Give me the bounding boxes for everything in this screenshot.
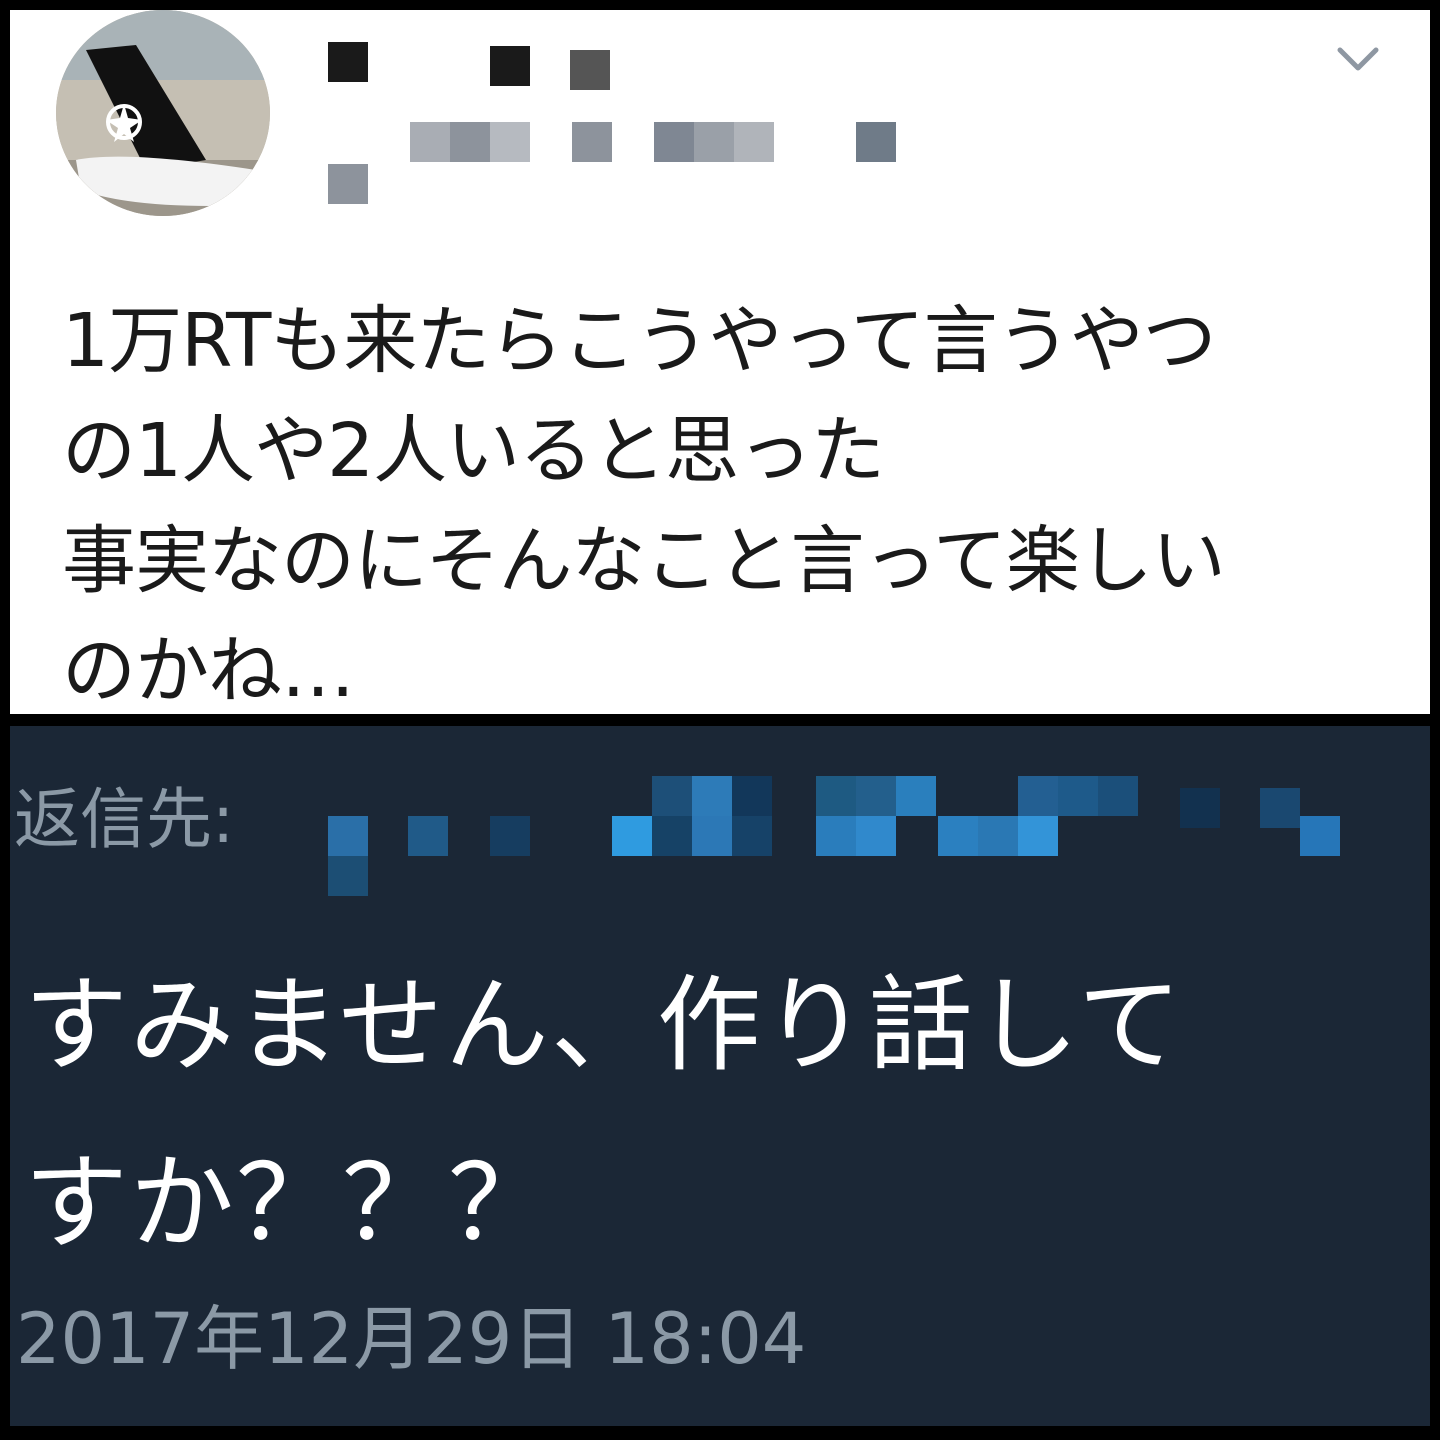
redacted-reply-handle-block (612, 816, 652, 856)
redacted-reply-handle-block (938, 816, 978, 856)
original-tweet-card: 1万RTも来たらこうやって言うやつ の1人や2人いると思った 事実なのにそんなこ… (10, 10, 1430, 714)
redacted-handle-block (490, 122, 530, 162)
redacted-display-name-block (490, 46, 530, 86)
redacted-reply-handle-block (328, 856, 368, 896)
redacted-handle-block (572, 122, 612, 162)
redacted-reply-handle-block (732, 816, 772, 856)
redacted-reply-handle-block (408, 816, 448, 856)
reply-text-line: すか？？？ (24, 1142, 555, 1264)
tweet-text-line: の1人や2人いると思った (62, 408, 885, 494)
redacted-reply-handle-block (328, 816, 368, 856)
redacted-display-name-block (328, 42, 368, 82)
reply-body-text: すみません、作り話して すか？？？ (24, 936, 1424, 1292)
redacted-reply-handle-block (1018, 816, 1058, 856)
reply-text-line: すみません、作り話して (24, 964, 1184, 1086)
redacted-reply-handle-block (692, 776, 732, 816)
redacted-reply-handle-block (652, 776, 692, 816)
redacted-reply-handle-block (732, 776, 772, 816)
redacted-handle-block (694, 122, 734, 162)
redacted-reply-handle-block (896, 776, 936, 816)
tweet-text-line: 1万RTも来たらこうやって言うやつ (62, 298, 1217, 384)
reply-tweet-card: 返信先: すみません、作り話して すか？？？ 2017年12月29日 18:04 (10, 726, 1430, 1426)
user-avatar[interactable] (56, 10, 270, 216)
redacted-reply-handle-block (1098, 776, 1138, 816)
tweet-menu-button[interactable] (1336, 40, 1380, 76)
redacted-reply-handle-block (1180, 788, 1220, 828)
reply-to-label: 返信先: (14, 781, 235, 858)
redacted-handle-block (450, 122, 490, 162)
redacted-handle-block (654, 122, 694, 162)
redacted-reply-handle-block (856, 816, 896, 856)
redacted-handle-block (856, 122, 896, 162)
tweet-text-line: のかね… (62, 628, 355, 714)
redacted-handle-block (328, 164, 368, 204)
redacted-reply-handle-block (1018, 776, 1058, 816)
redacted-reply-handle-block (1058, 776, 1098, 816)
redacted-handle-block (734, 122, 774, 162)
redacted-reply-handle-block (490, 816, 530, 856)
redacted-reply-handle-block (816, 816, 856, 856)
tweet-body-text: 1万RTも来たらこうやって言うやつ の1人や2人いると思った 事実なのにそんなこ… (62, 286, 1402, 726)
redacted-reply-handle-block (978, 816, 1018, 856)
chevron-down-icon (1337, 47, 1379, 71)
redacted-reply-handle-block (692, 816, 732, 856)
redacted-reply-handle-block (856, 776, 896, 816)
redacted-display-name-block (570, 50, 610, 90)
reply-timestamp: 2017年12月29日 18:04 (16, 1298, 807, 1380)
redacted-reply-handle-block (652, 816, 692, 856)
redacted-reply-handle-block (1300, 816, 1340, 856)
tweet-text-line: 事実なのにそんなこと言って楽しい (62, 518, 1226, 604)
redacted-reply-handle-block (816, 776, 856, 816)
airplane-tail-icon (56, 10, 270, 216)
redacted-reply-handle-block (1260, 788, 1300, 828)
redacted-handle-block (410, 122, 450, 162)
